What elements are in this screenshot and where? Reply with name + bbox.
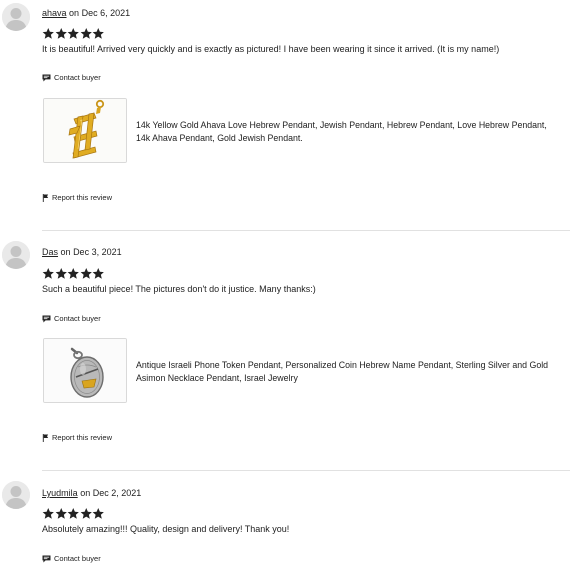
contact-buyer-button[interactable]: Contact buyer (42, 554, 101, 563)
report-review-button[interactable]: Report this review (42, 433, 112, 442)
contact-buyer-label: Contact buyer (54, 554, 101, 563)
user-silhouette-icon (2, 481, 30, 509)
coin-pendant-image (44, 339, 126, 402)
product-thumbnail[interactable] (43, 98, 127, 163)
message-icon (42, 73, 51, 82)
avatar[interactable] (2, 3, 30, 31)
review-date: Dec 2, 2021 (92, 488, 142, 498)
star-icon (42, 268, 54, 279)
star-icon (42, 508, 54, 519)
star-icon (42, 28, 54, 39)
date-prefix: on (69, 8, 80, 18)
reviewer-name-link[interactable]: ahava (42, 8, 67, 18)
product-title-link[interactable]: 14k Yellow Gold Ahava Love Hebrew Pendan… (136, 119, 556, 144)
review-date: Dec 3, 2021 (73, 247, 122, 257)
star-icon (92, 508, 104, 519)
review-date: Dec 6, 2021 (81, 8, 131, 18)
gold-pendant-image (44, 99, 126, 162)
flag-icon (42, 433, 49, 442)
star-icon (55, 508, 67, 519)
divider (42, 470, 570, 471)
avatar[interactable] (2, 241, 30, 269)
star-icon (80, 508, 92, 519)
review-text: Such a beautiful piece! The pictures don… (42, 284, 316, 294)
reviewer-name-link[interactable]: Das (42, 247, 58, 257)
review-meta: Lyudmila on Dec 2, 2021 (42, 488, 141, 498)
star-rating (42, 507, 105, 521)
report-review-label: Report this review (52, 433, 113, 442)
product-title-link[interactable]: Antique Israeli Phone Token Pendant, Per… (136, 359, 556, 384)
review-meta: Das on Dec 3, 2021 (42, 247, 122, 257)
star-icon (80, 268, 92, 279)
star-icon (92, 268, 104, 279)
report-review-label: Report this review (52, 193, 113, 202)
star-icon (92, 28, 104, 39)
star-icon (67, 28, 79, 39)
review-text: Absolutely amazing!!! Quality, design an… (42, 524, 290, 534)
star-icon (67, 508, 79, 519)
flag-icon (42, 193, 49, 202)
star-rating (42, 267, 105, 281)
message-icon (42, 314, 51, 323)
contact-buyer-label: Contact buyer (54, 73, 101, 82)
date-prefix: on (60, 247, 71, 257)
user-silhouette-icon (2, 241, 30, 269)
avatar[interactable] (2, 481, 30, 509)
reviewer-name-link[interactable]: Lyudmila (42, 488, 78, 498)
star-rating (42, 27, 105, 41)
report-review-button[interactable]: Report this review (42, 193, 112, 202)
contact-buyer-button[interactable]: Contact buyer (42, 73, 101, 82)
date-prefix: on (80, 488, 91, 498)
review-meta: ahava on Dec 6, 2021 (42, 8, 130, 18)
product-thumbnail[interactable] (43, 338, 127, 403)
star-icon (67, 268, 79, 279)
divider (42, 230, 570, 231)
star-icon (55, 28, 67, 39)
contact-buyer-button[interactable]: Contact buyer (42, 314, 101, 323)
review-text: It is beautiful! Arrived very quickly an… (42, 44, 500, 54)
star-icon (55, 268, 67, 279)
message-icon (42, 554, 51, 563)
star-icon (80, 28, 92, 39)
user-silhouette-icon (2, 3, 30, 31)
contact-buyer-label: Contact buyer (54, 314, 101, 323)
